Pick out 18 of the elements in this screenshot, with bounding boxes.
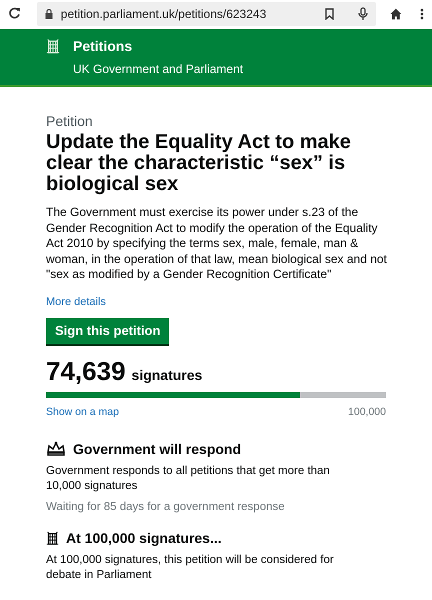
more-details-link[interactable]: More details xyxy=(46,294,106,308)
threshold-note: Waiting for 85 days for a government response xyxy=(46,500,286,516)
threshold-text: Government responds to all petitions that get more than 10,000 signatures xyxy=(46,464,331,494)
petition-label: Petition xyxy=(46,112,94,130)
site-title[interactable]: Petitions xyxy=(73,37,244,55)
sign-petition-button[interactable]: Sign this petition xyxy=(46,318,170,344)
petition-description: The Government must exercise its power under s.23 of the Gender Recognition Act to modify the operation of the Equality Act 2010 by specifying the terms sex, male, female, man & woman, in the operation of that law, mean biological sex and not "sex as modified by a Gender Recognition Certificate" xyxy=(46,205,388,282)
threshold-heading: Government will respond xyxy=(73,440,242,458)
signatures-label: signatures xyxy=(132,366,202,385)
threshold-text: At 100,000 signatures, this petition will be considered for debate in Parliament xyxy=(46,553,335,584)
show-map-link[interactable]: Show on a map xyxy=(46,404,119,420)
url-text: petition.parliament.uk/petitions/623243 xyxy=(60,6,268,22)
address-bar[interactable]: petition.parliament.uk/petitions/623243 xyxy=(36,2,376,26)
petition-title: Update the Equality Act to make clear the characteristic “sex” is biological sex xyxy=(46,132,352,195)
site-subtitle: UK Government and Parliament xyxy=(73,61,244,77)
target-count: 100,000 xyxy=(348,404,386,420)
signature-count: 74,639 xyxy=(46,356,126,386)
threshold-heading: At 100,000 signatures... xyxy=(66,529,222,548)
